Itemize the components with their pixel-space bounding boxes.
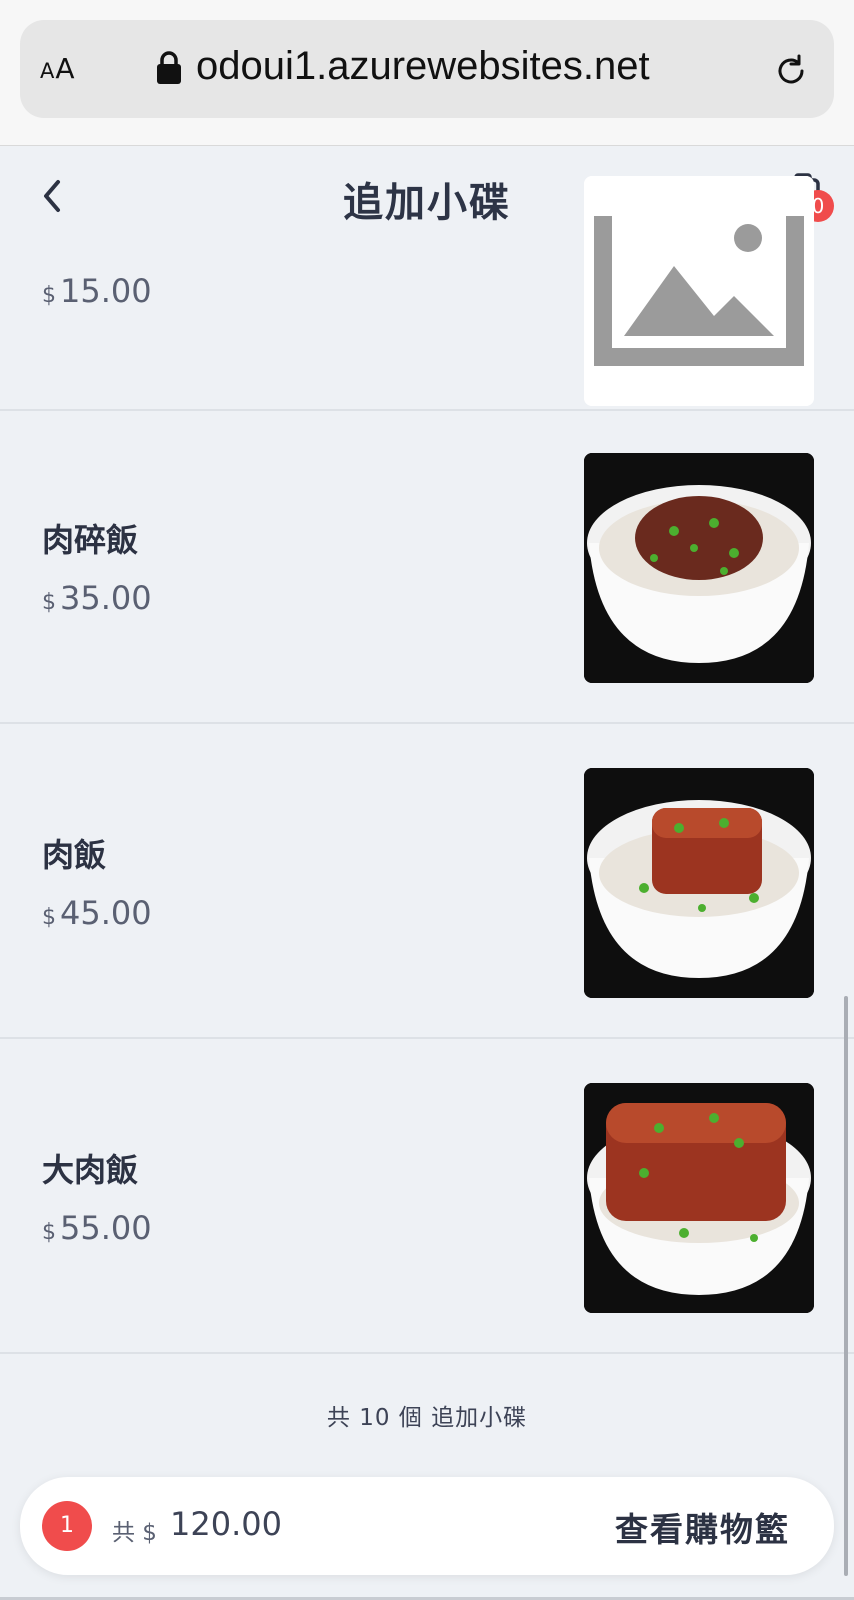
list-item[interactable]: $15.00 [0, 176, 854, 411]
item-name: 肉碎飯 [42, 521, 139, 559]
item-name: 大肉飯 [42, 1151, 139, 1189]
view-cart-button[interactable]: 查看購物籃 [615, 1503, 790, 1551]
braised-pork-rice-image [584, 768, 814, 998]
list-item[interactable]: 大肉飯 $55.00 [0, 1041, 854, 1354]
scrollbar[interactable] [844, 996, 848, 1576]
item-name: 肉飯 [42, 836, 107, 874]
url-text[interactable]: odoui1.azurewebsites.net [196, 44, 650, 89]
item-price: $15.00 [42, 272, 152, 310]
total-prefix: 共 $ [112, 1520, 157, 1546]
lock-icon [157, 51, 181, 84]
large-braised-pork-rice-image [584, 1083, 814, 1313]
item-price: $45.00 [42, 894, 152, 932]
list-item[interactable]: 肉飯 $45.00 [0, 726, 854, 1039]
browser-toolbar: AA odoui1.azurewebsites.net [0, 0, 854, 146]
minced-pork-rice-image [584, 453, 814, 683]
text-size-button[interactable]: AA [40, 52, 76, 85]
cart-bar[interactable]: 1 共 $ 120.00 查看購物籃 [20, 1477, 834, 1575]
total-amount: 120.00 [170, 1505, 282, 1543]
item-price: $35.00 [42, 579, 152, 617]
placeholder-image-icon [584, 176, 814, 406]
reload-icon[interactable] [772, 52, 810, 90]
list-item[interactable]: 肉碎飯 $35.00 [0, 411, 854, 724]
item-price: $55.00 [42, 1209, 152, 1247]
item-count-summary: 共 10 個 追加小碟 [326, 1405, 528, 1431]
cart-item-count-badge: 1 [42, 1501, 92, 1551]
